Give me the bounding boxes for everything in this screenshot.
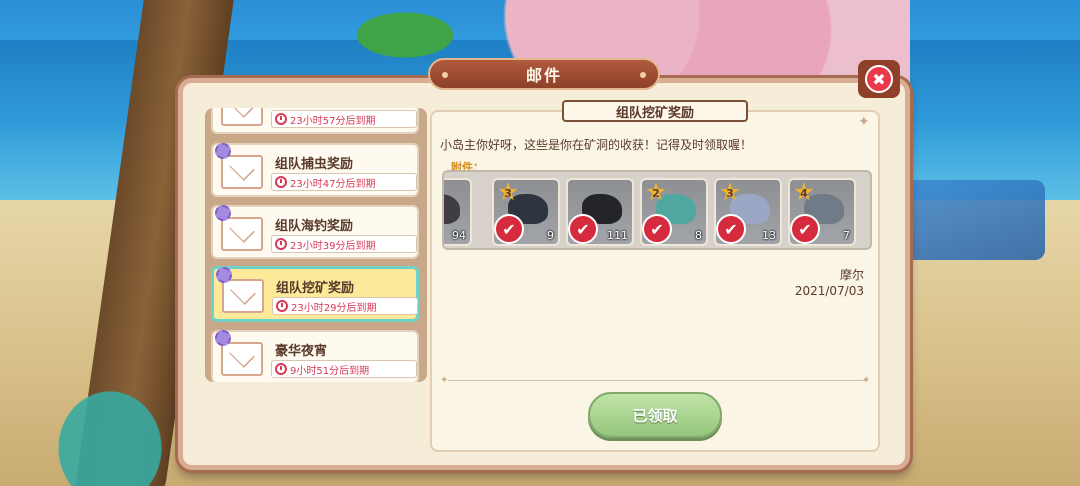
divider-ornament-right: ✦: [862, 375, 871, 386]
expiry-text: 9小时51分后到期: [290, 365, 370, 377]
attachments-list[interactable]: ✔ 94 3 ✔ 9 ✔ 111 2 ✔ 8 3 ✔ 13 4 ✔ 7: [442, 170, 872, 250]
expiry-text: 23小时57分后到期: [290, 115, 376, 127]
envelope-icon: [221, 217, 263, 251]
system-gear-icon: [216, 267, 232, 283]
attachment-item[interactable]: 4 ✔ 7: [788, 178, 856, 246]
envelope-icon: [221, 342, 263, 376]
dark-ore-icon: [444, 194, 460, 224]
system-gear-icon: [215, 143, 231, 159]
attachment-item[interactable]: ✔ 94: [444, 178, 472, 246]
expiry-timer: 23小时57分后到期: [271, 110, 417, 128]
claimed-check-icon: ✔: [790, 214, 820, 244]
window-title-text: 邮件: [525, 66, 562, 85]
clock-icon: [275, 238, 287, 250]
clock-icon: [275, 176, 287, 188]
claim-button[interactable]: 已领取: [588, 392, 722, 438]
coral-bush: [30, 360, 190, 486]
expiry-timer: 23小时39分后到期: [271, 235, 417, 253]
item-count: 8: [695, 229, 702, 242]
envelope-icon: [222, 279, 264, 313]
expiry-timer: 9小时51分后到期: [271, 360, 417, 378]
item-count: 94: [452, 229, 466, 242]
clock-icon: [275, 363, 287, 375]
clock-icon: [276, 300, 288, 312]
expiry-text: 23小时47分后到期: [290, 178, 376, 190]
claimed-check-icon: ✔: [568, 214, 598, 244]
mail-list-item-selected[interactable]: 组队挖矿奖励 23小时29分后到期: [211, 266, 419, 322]
beach-chair: [905, 180, 1045, 260]
mail-list[interactable]: 23小时57分后到期 组队捕虫奖励 23小时47分后到期 组队海钓奖励 23小时…: [205, 108, 427, 382]
mail-list-item[interactable]: 组队捕虫奖励 23小时47分后到期: [211, 143, 419, 197]
mail-item-title: 组队捕虫奖励: [275, 157, 354, 172]
claimed-check-icon: ✔: [716, 214, 746, 244]
attachment-item[interactable]: 2 ✔ 8: [640, 178, 708, 246]
title-ornament-left: [442, 72, 448, 78]
mail-item-title: 豪华夜宵: [275, 344, 328, 359]
item-count: 9: [547, 229, 554, 242]
envelope-icon: [221, 108, 263, 126]
close-icon[interactable]: ✖: [865, 65, 893, 93]
expiry-text: 23小时29分后到期: [291, 302, 377, 314]
mail-item-title: 组队挖矿奖励: [276, 281, 355, 296]
mail-item-title: 组队海钓奖励: [275, 219, 354, 234]
item-count: 111: [607, 229, 628, 242]
mail-list-item[interactable]: 23小时57分后到期: [211, 108, 419, 134]
title-ornament-right: [640, 72, 646, 78]
expiry-timer: 23小时29分后到期: [272, 297, 418, 315]
attachment-item[interactable]: 3 ✔ 9: [492, 178, 560, 246]
item-count: 7: [843, 229, 850, 242]
expiry-text: 23小时39分后到期: [290, 240, 376, 252]
mail-subject: 组队挖矿奖励: [562, 100, 748, 122]
mail-date: 2021/07/03: [794, 284, 864, 298]
claimed-check-icon: ✔: [494, 214, 524, 244]
mail-sender: 摩尔: [839, 268, 864, 282]
corner-ornament: ✦: [858, 114, 870, 130]
mail-list-item[interactable]: 豪华夜宵 9小时51分后到期: [211, 330, 419, 382]
attachment-item[interactable]: ✔ 111: [566, 178, 634, 246]
attachment-item[interactable]: 3 ✔ 13: [714, 178, 782, 246]
system-gear-icon: [215, 330, 231, 346]
content-divider: [448, 380, 866, 381]
item-count: 13: [762, 229, 776, 242]
claimed-check-icon: ✔: [642, 214, 672, 244]
mail-window-title: 邮件: [428, 58, 660, 90]
expiry-timer: 23小时47分后到期: [271, 173, 417, 191]
mail-list-item[interactable]: 组队海钓奖励 23小时39分后到期: [211, 205, 419, 259]
close-button[interactable]: ✖: [858, 60, 900, 98]
mail-body: 小岛主你好呀，这些是你在矿洞的收获！记得及时领取喔！: [440, 138, 753, 152]
envelope-icon: [221, 155, 263, 189]
clock-icon: [275, 113, 287, 125]
system-gear-icon: [215, 205, 231, 221]
